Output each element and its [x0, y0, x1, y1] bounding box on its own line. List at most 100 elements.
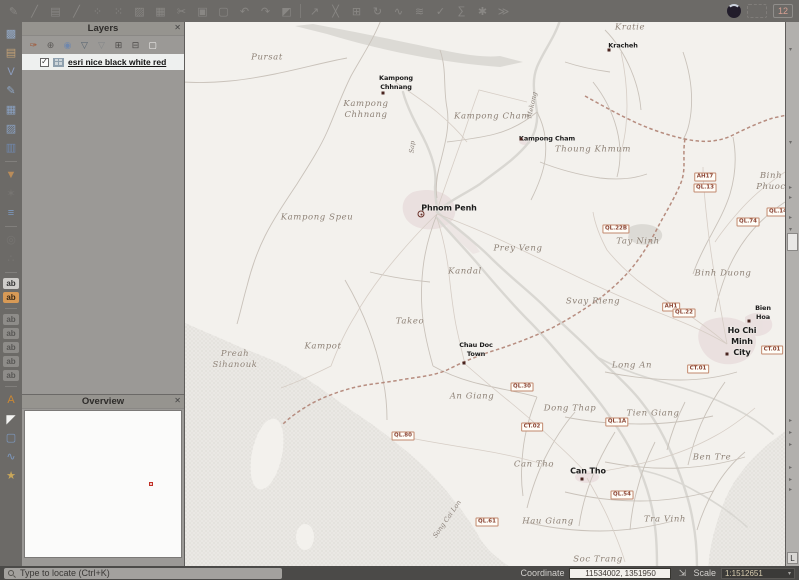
road-shield: QL.1A: [605, 418, 628, 427]
tree-expand-icon[interactable]: ▸: [789, 477, 792, 483]
layer-row[interactable]: ✓ esri nice black white red: [22, 54, 184, 70]
road-shield: QL.13: [694, 184, 717, 193]
processing-toolbox-icon[interactable]: ✱: [475, 4, 490, 19]
digitize-line-icon[interactable]: ╱: [69, 4, 84, 19]
save-edits-icon[interactable]: ▤: [48, 4, 63, 19]
rotation-value-box[interactable]: 12: [773, 4, 793, 18]
paste-style-icon[interactable]: ▩: [3, 26, 20, 42]
polygon-annotation-icon[interactable]: ▢: [3, 430, 20, 446]
statistical-summary-icon[interactable]: ∑: [454, 4, 469, 19]
coordinate-extent-toggle-icon[interactable]: ⇲: [676, 568, 688, 579]
redo-icon[interactable]: ↷: [258, 4, 273, 19]
tree-expand-icon[interactable]: ▾: [789, 47, 792, 53]
digitize-segment-icon[interactable]: ╱: [27, 4, 42, 19]
select-annotation-icon[interactable]: ◤: [3, 411, 20, 427]
marker-annotation-icon[interactable]: ★: [3, 468, 20, 484]
check-geometry-icon[interactable]: ✓: [433, 4, 448, 19]
close-icon[interactable]: ✕: [174, 396, 181, 405]
pin-labels-icon[interactable]: ab: [3, 314, 19, 325]
python-console-icon[interactable]: ≫: [496, 4, 511, 19]
province-label: Takeo: [396, 316, 424, 327]
delete-selected-icon[interactable]: ▦: [153, 4, 168, 19]
open-styling-panel-icon[interactable]: ✑: [27, 39, 40, 52]
add-point-cloud-layer-icon[interactable]: ▼: [3, 167, 20, 183]
scale-combobox[interactable]: 1:1512651 ▾: [721, 568, 795, 579]
tree-expand-icon[interactable]: ▸: [789, 442, 792, 448]
copy-features-icon[interactable]: ▣: [195, 4, 210, 19]
dock-bottom-button[interactable]: L: [787, 552, 798, 564]
add-raster-layer-icon[interactable]: ▨: [3, 121, 20, 137]
layer-name[interactable]: esri nice black white red: [68, 57, 166, 67]
city-label: Kracheh: [608, 42, 637, 51]
remove-layer-icon[interactable]: ▢: [146, 39, 159, 52]
filter-expression-icon[interactable]: ▽: [95, 39, 108, 52]
paste-features-icon[interactable]: ▢: [216, 4, 231, 19]
add-group-icon[interactable]: ⊕: [44, 39, 57, 52]
province-label: Pursat: [251, 52, 283, 63]
layer-diagram-icon[interactable]: ab: [3, 292, 19, 303]
offset-curve-icon[interactable]: ≋: [412, 4, 427, 19]
city-label: Phnom Penh: [421, 204, 477, 215]
tree-expand-icon[interactable]: ▸: [789, 487, 792, 493]
add-vector-layer-icon[interactable]: V: [3, 64, 20, 80]
attributes-form-icon[interactable]: ▨: [132, 4, 147, 19]
province-label: Can Tho: [514, 459, 554, 470]
undo-icon[interactable]: ↶: [237, 4, 252, 19]
change-label-icon[interactable]: ab: [3, 370, 19, 381]
new-shapefile-layer-icon[interactable]: ✎: [3, 83, 20, 99]
add-database-layer-icon[interactable]: ≡: [3, 205, 20, 221]
frame-placeholder-icon[interactable]: [747, 4, 767, 18]
tree-expand-icon[interactable]: ▸: [789, 430, 792, 436]
move-feature-icon[interactable]: ↗: [307, 4, 322, 19]
map-canvas[interactable]: KratiePursatKampong ChhnangKampong ChamT…: [185, 22, 785, 566]
filter-legend-icon[interactable]: ▽: [78, 39, 91, 52]
separator: [5, 386, 17, 387]
text-annotation-icon[interactable]: A: [3, 392, 20, 408]
add-grass-layer-icon[interactable]: ✶: [3, 186, 20, 202]
overview-extent-marker[interactable]: [149, 482, 153, 486]
qgis-window: ✎ ╱ ▤ ╱ ⁘ ⁙ ▨ ▦ ✂ ▣ ▢ ↶ ↷ ◩ ↗ ╳ ⊞ ↻ ∿ ≋ ✓ ∑ ✱ ≫ 12 ▩ ▤ V ✎ ▦ ▨ ▥ ▼ ✶ ≡ ◎ ∴ a…: [0, 0, 799, 580]
tree-expand-icon[interactable]: ▸: [789, 215, 792, 221]
locate-input[interactable]: [18, 567, 278, 579]
map-themes-icon[interactable]: ◉: [61, 39, 74, 52]
simplify-feature-icon[interactable]: ∿: [391, 4, 406, 19]
add-wms-layer-icon[interactable]: ◎: [3, 232, 20, 248]
expand-all-icon[interactable]: ⊞: [112, 39, 125, 52]
add-mesh-layer-icon[interactable]: ▦: [3, 102, 20, 118]
tree-expand-icon[interactable]: ▸: [789, 418, 792, 424]
line-annotation-icon[interactable]: ∿: [3, 449, 20, 465]
coordinate-input[interactable]: [569, 568, 671, 579]
split-features-icon[interactable]: ╳: [328, 4, 343, 19]
collapsed-dock-strip[interactable]: ▾▾▸▸▸▾▸▸▸▸▸▸L: [785, 22, 799, 566]
province-label: Kampot: [304, 341, 341, 352]
city-label: Bien Hoa: [752, 304, 774, 322]
data-source-manager-icon[interactable]: ▤: [3, 45, 20, 61]
cut-features-icon[interactable]: ✂: [174, 4, 189, 19]
layer-visibility-checkbox[interactable]: ✓: [40, 58, 49, 67]
layer-labeling-icon[interactable]: ab: [3, 278, 19, 289]
add-vertex-icon[interactable]: ⁘: [90, 4, 105, 19]
snapping-icon[interactable]: ◩: [279, 4, 294, 19]
tree-expand-icon[interactable]: ▸: [789, 195, 792, 201]
add-vector-tile-layer-icon[interactable]: ▥: [3, 140, 20, 156]
collapse-all-icon[interactable]: ⊟: [129, 39, 142, 52]
rotate-feature-icon[interactable]: ↻: [370, 4, 385, 19]
close-icon[interactable]: ✕: [174, 23, 181, 32]
tree-expand-icon[interactable]: ▸: [789, 185, 792, 191]
province-label: Kampong Chhnang: [343, 99, 388, 121]
province-label: Soc Trang: [573, 554, 623, 565]
road-shield: QL.14: [767, 208, 785, 217]
river-label: Sap: [407, 140, 416, 153]
tree-expand-icon[interactable]: ▸: [789, 465, 792, 471]
tree-expand-icon[interactable]: ▾: [789, 140, 792, 146]
layer-statistics-icon[interactable]: ∴: [3, 251, 20, 267]
locate-bar[interactable]: [4, 568, 282, 579]
overview-map[interactable]: [24, 410, 182, 558]
vertex-tool-icon[interactable]: ✎: [6, 4, 21, 19]
move-vertex-icon[interactable]: ⁙: [111, 4, 126, 19]
rotate-label-icon[interactable]: ab: [3, 356, 19, 367]
pointer-spiral-icon[interactable]: [727, 4, 741, 18]
move-label-icon[interactable]: ab: [3, 342, 19, 353]
highlight-labels-icon[interactable]: ab: [3, 328, 19, 339]
merge-features-icon[interactable]: ⊞: [349, 4, 364, 19]
